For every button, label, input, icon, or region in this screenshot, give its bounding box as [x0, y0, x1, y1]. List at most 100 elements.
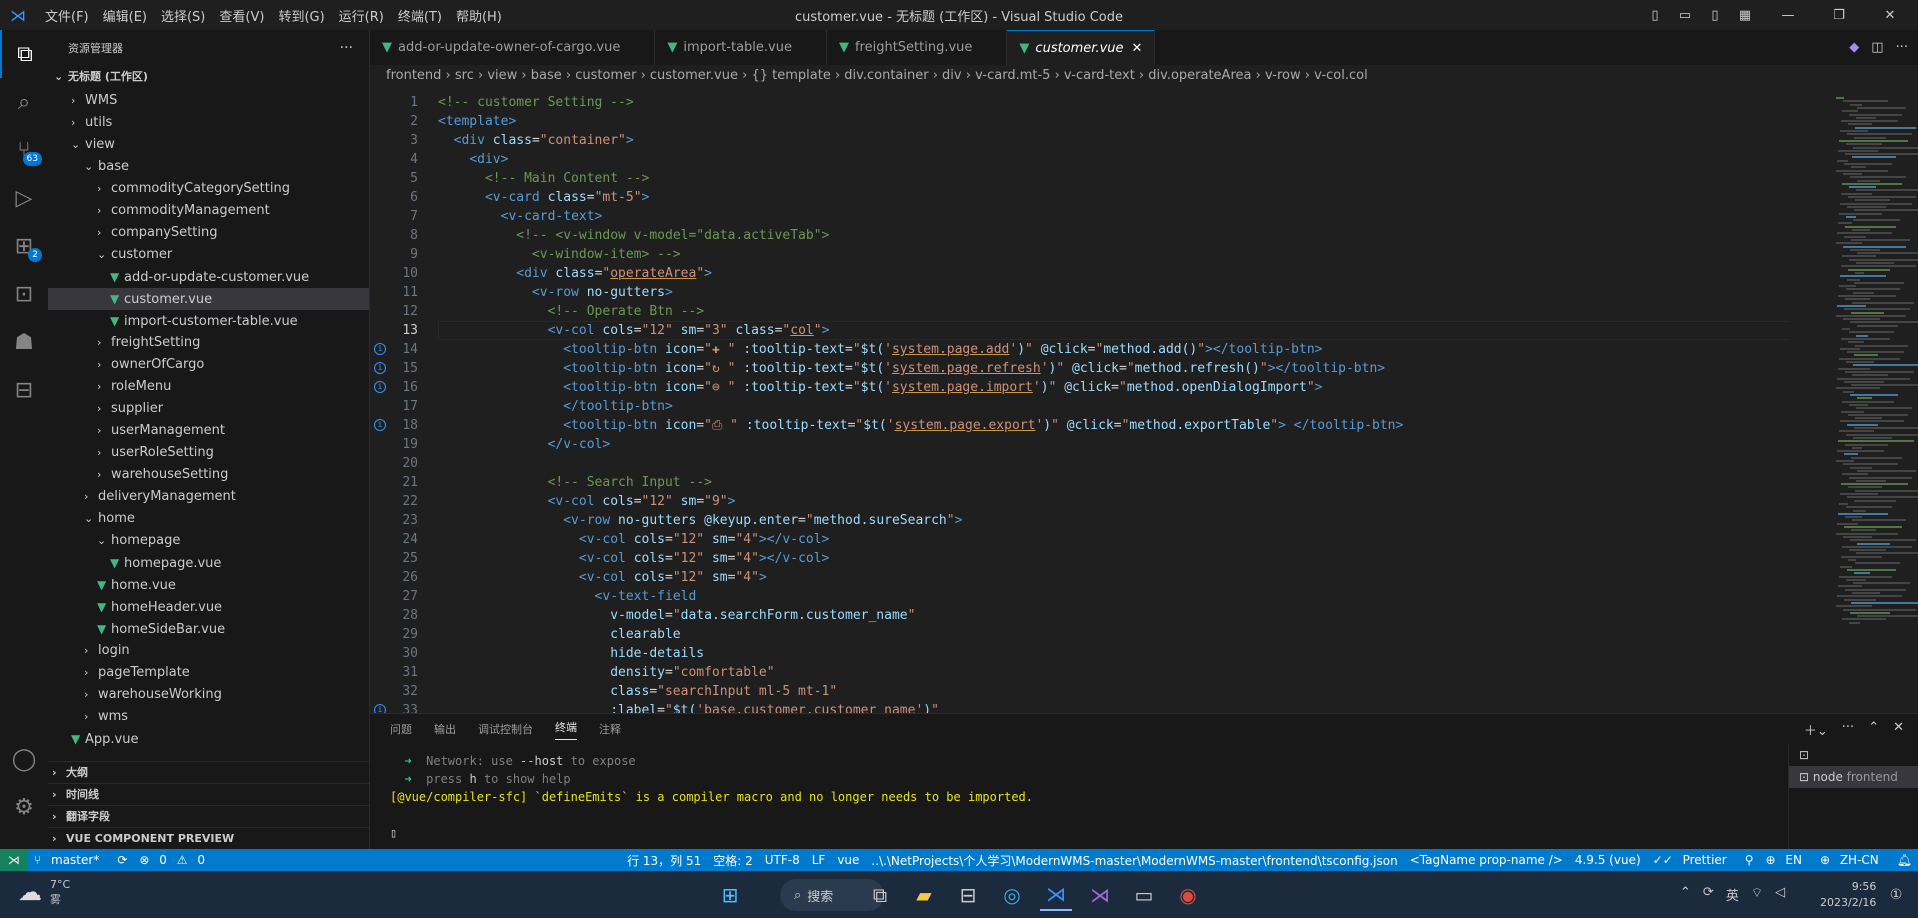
breadcrumb-item[interactable]: customer.vue: [650, 68, 738, 83]
tree-item[interactable]: › login: [48, 640, 369, 662]
tree-item[interactable]: › WMS: [48, 90, 369, 112]
toggle-panel-icon[interactable]: ▭: [1670, 8, 1700, 23]
ime-indicator[interactable]: 英: [1726, 885, 1739, 904]
tree-item[interactable]: › userManagement: [48, 420, 369, 442]
breadcrumb-item[interactable]: src: [455, 68, 474, 83]
tree-item[interactable]: ▼ home.vue: [48, 574, 369, 596]
tree-item[interactable]: › userRoleSetting: [48, 442, 369, 464]
menu-item[interactable]: 选择(S): [154, 10, 212, 25]
tree-item[interactable]: › deliveryManagement: [48, 486, 369, 508]
breadcrumb-item[interactable]: customer: [575, 68, 636, 83]
task-view-icon[interactable]: ⧉: [864, 879, 896, 911]
customize-layout-icon[interactable]: ▦: [1730, 8, 1760, 23]
remote-explorer-icon[interactable]: ⊡: [0, 270, 48, 318]
panel-tab[interactable]: 问题: [390, 721, 412, 737]
toggle-secondary-sidebar-icon[interactable]: ▯: [1700, 8, 1730, 23]
cursor-position[interactable]: 行 13，列 51: [621, 852, 707, 869]
panel-tab[interactable]: 注释: [599, 721, 621, 737]
file-explorer-icon[interactable]: ▰: [908, 879, 940, 911]
tree-item[interactable]: › utils: [48, 112, 369, 134]
code-editor[interactable]: 1 <!-- customer Setting --> 2 <template> 3 <…: [370, 87, 1818, 718]
menu-item[interactable]: 编辑(E): [96, 10, 154, 25]
tree-item[interactable]: ⌄ home: [48, 508, 369, 530]
more-actions-icon[interactable]: ···: [340, 40, 353, 56]
store-icon[interactable]: ⊟: [952, 879, 984, 911]
terminal-more-icon[interactable]: ···: [1842, 720, 1854, 739]
close-tab-icon[interactable]: ✕: [1132, 41, 1143, 56]
breadcrumb-item[interactable]: v-row: [1265, 68, 1301, 83]
breadcrumb-item[interactable]: v-col.col: [1314, 68, 1368, 83]
tree-item[interactable]: › wms: [48, 706, 369, 728]
tree-item[interactable]: ▼ add-or-update-customer.vue: [48, 266, 369, 288]
indentation[interactable]: 空格: 2: [707, 852, 759, 869]
tree-item[interactable]: › warehouseSetting: [48, 464, 369, 486]
menu-item[interactable]: 终端(T): [391, 10, 449, 25]
language-mode[interactable]: vue: [831, 853, 865, 867]
translate-icon[interactable]: ⊟: [0, 366, 48, 414]
breadcrumb-item[interactable]: frontend: [386, 68, 441, 83]
panel-tab[interactable]: 输出: [434, 721, 456, 737]
sidebar-section[interactable]: › 时间线: [48, 783, 369, 805]
tree-item[interactable]: › companySetting: [48, 222, 369, 244]
close-window-button[interactable]: ✕: [1862, 8, 1918, 23]
tree-item[interactable]: › freightSetting: [48, 332, 369, 354]
notifications-icon[interactable]: 🔔︎: [1891, 853, 1918, 867]
workspace-header[interactable]: ⌄ 无标题 (工作区): [48, 65, 369, 87]
tray-chevron-icon[interactable]: ⌃: [1680, 885, 1691, 904]
minimap[interactable]: [1790, 87, 1918, 713]
search-icon[interactable]: ⌕: [0, 78, 48, 126]
tree-item[interactable]: › supplier: [48, 398, 369, 420]
extensions-icon[interactable]: ⊞ 2: [0, 222, 48, 270]
more-tab-actions-icon[interactable]: ···: [1896, 40, 1908, 55]
editor-tab[interactable]: ▼ freightSetting.vue: [827, 30, 1008, 65]
menu-item[interactable]: 转到(G): [271, 10, 331, 25]
tree-item[interactable]: ▼ customer.vue: [48, 288, 369, 310]
panel-tab[interactable]: 终端: [555, 719, 577, 740]
prettier-status[interactable]: ✓✓ Prettier: [1647, 853, 1739, 867]
panel-tab[interactable]: 调试控制台: [478, 721, 533, 737]
tree-item[interactable]: ⌄ view: [48, 134, 369, 156]
sidebar-section[interactable]: › 翻译字段: [48, 805, 369, 827]
editor-tab[interactable]: ▼ import-table.vue: [655, 30, 827, 65]
branch-indicator[interactable]: ⑂ master*: [28, 853, 111, 867]
remote-indicator-icon[interactable]: ⋊: [0, 849, 28, 871]
tree-item[interactable]: › roleMenu: [48, 376, 369, 398]
info-gutter-icon[interactable]: i: [374, 419, 386, 431]
live-share-icon[interactable]: ⚲: [1739, 853, 1760, 867]
tree-item[interactable]: ▼ homeHeader.vue: [48, 596, 369, 618]
new-terminal-icon[interactable]: ＋⌄: [1804, 720, 1828, 739]
breadcrumb-item[interactable]: v-card-text: [1064, 68, 1135, 83]
terminal-output[interactable]: ➜ Network: use --host to expose ➜ press …: [390, 752, 1033, 842]
terminal-app-icon[interactable]: ▭: [1128, 879, 1160, 911]
tree-item[interactable]: › ownerOfCargo: [48, 354, 369, 376]
tree-item[interactable]: ⌄ customer: [48, 244, 369, 266]
run-debug-icon[interactable]: ▷: [0, 174, 48, 222]
tree-item[interactable]: › pageTemplate: [48, 662, 369, 684]
edge-icon[interactable]: ◎: [996, 879, 1028, 911]
toggle-primary-sidebar-icon[interactable]: ▯: [1640, 8, 1670, 23]
breadcrumb-item[interactable]: div.container: [844, 68, 928, 83]
editor-tab[interactable]: ▼ add-or-update-owner-of-cargo.vue: [370, 30, 656, 65]
eol[interactable]: LF: [806, 853, 832, 867]
breadcrumb-item[interactable]: div: [942, 68, 962, 83]
info-gutter-icon[interactable]: i: [374, 343, 386, 355]
account-icon[interactable]: ◯: [0, 735, 48, 783]
weather-widget[interactable]: ☁ 7°C 雾: [18, 877, 70, 907]
locale-indicator-1[interactable]: ⊕ EN: [1760, 853, 1814, 867]
editor-tab[interactable]: ▼ customer.vue ✕: [1007, 30, 1156, 65]
tree-item[interactable]: ⌄ homepage: [48, 530, 369, 552]
wifi-icon[interactable]: ⌔: [1751, 885, 1763, 904]
source-control-icon[interactable]: ⑂ 63: [0, 126, 48, 174]
tree-item[interactable]: ⌄ base: [48, 156, 369, 178]
menu-item[interactable]: 帮助(H): [449, 10, 509, 25]
volume-icon[interactable]: ◁: [1775, 885, 1785, 904]
vscode-taskbar-icon[interactable]: ⋊: [1040, 879, 1072, 911]
info-gutter-icon[interactable]: i: [374, 381, 386, 393]
split-editor-icon[interactable]: ◫: [1871, 40, 1883, 55]
tagname-case[interactable]: <TagName prop-name />: [1404, 853, 1569, 867]
locale-indicator-2[interactable]: ⊕ ZH-CN: [1814, 853, 1891, 867]
start-icon[interactable]: ⊞: [714, 879, 746, 911]
tsconfig-path[interactable]: ..\.\NetProjects\个人学习\ModernWMS-master\M…: [865, 852, 1403, 869]
close-panel-icon[interactable]: ✕: [1893, 720, 1904, 739]
breadcrumb-item[interactable]: view: [487, 68, 517, 83]
